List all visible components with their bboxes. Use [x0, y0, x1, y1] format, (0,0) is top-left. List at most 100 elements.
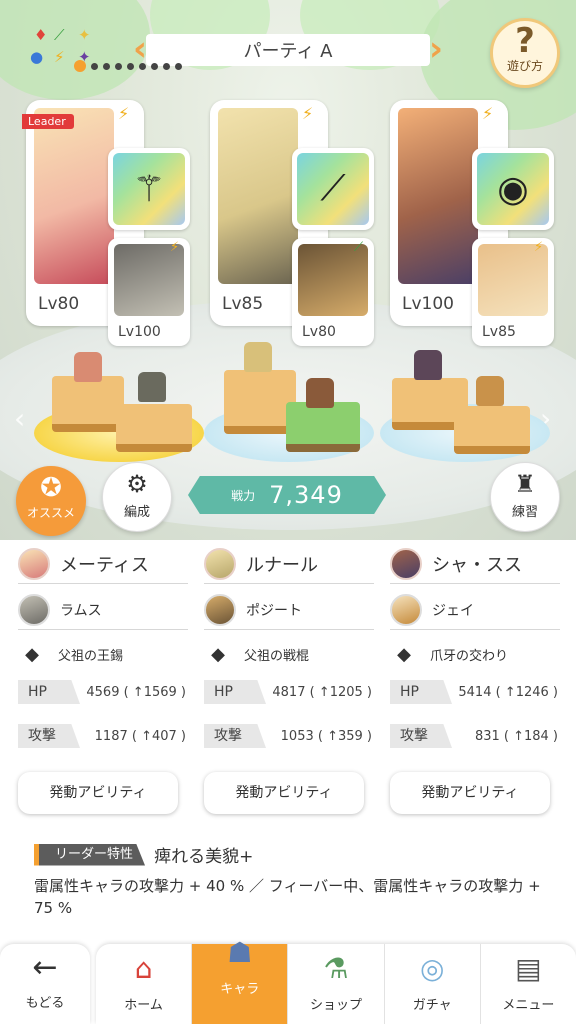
hp-label: HP: [18, 680, 80, 704]
wind-icon: ⟋: [354, 240, 364, 255]
sub-level: Lv85: [482, 324, 516, 340]
character-face-icon: [18, 547, 50, 580]
party-page-dot[interactable]: [127, 62, 134, 70]
weapon-name: 爪牙の交わり: [430, 648, 509, 664]
party-slot-2[interactable]: ⚡ Lv85 ⟋ ⟋ Lv80: [210, 100, 386, 346]
main-level: Lv100: [402, 294, 454, 314]
chibi-character: [476, 376, 504, 406]
party-page-dot[interactable]: [139, 62, 146, 70]
weapon-row[interactable]: ◆ 父祖の戦棍: [204, 634, 374, 674]
attack-label: 攻撃: [18, 724, 80, 748]
how-to-play-label: 遊び方: [506, 59, 543, 73]
leader-tag: Leader: [22, 114, 74, 129]
next-party-button[interactable]: ›: [426, 30, 446, 70]
nav-character[interactable]: ☗ キャラ: [192, 936, 289, 1024]
party-page-dot[interactable]: [151, 62, 158, 70]
party-title: パーティ A: [146, 34, 430, 66]
recommend-button[interactable]: ✪ オススメ: [16, 466, 86, 536]
pedestal-block: [116, 404, 192, 452]
hp-value: 4817 ( ↑1205 ): [272, 684, 372, 700]
hp-value: 4569 ( ↑1569 ): [86, 684, 186, 700]
practice-button[interactable]: ♜ 練習: [490, 462, 560, 532]
character-icon: ☗: [227, 936, 253, 969]
weapon-slot[interactable]: ⟋: [292, 148, 374, 230]
thunder-element-icon: ⚡: [54, 48, 65, 66]
ability-button[interactable]: 発動アビリティ: [204, 772, 364, 814]
thunder-icon: ⚡: [302, 104, 314, 123]
pedestal-block: [454, 406, 530, 454]
power-label: 戦力: [231, 488, 256, 503]
character-face-icon: [390, 547, 422, 580]
character-info-3: シャ・スス ジェイ ◆ 爪牙の交わり HP 5414 ( ↑1246 ) 攻撃 …: [390, 544, 560, 814]
team-power: 戦力 7,349: [188, 476, 386, 514]
character-info-2: ルナール ポジート ◆ 父祖の戦棍 HP 4817 ( ↑1205 ) 攻撃 1…: [204, 544, 374, 814]
leader-skill-name: 痺れる美貌+: [154, 847, 254, 867]
character-portrait: [218, 108, 298, 284]
back-arrow-icon: ←: [32, 950, 58, 985]
pedestal-2: [204, 342, 374, 466]
attack-label: 攻撃: [204, 724, 266, 748]
party-page-dot[interactable]: [175, 62, 182, 70]
main-character-name: メーティス: [60, 554, 149, 576]
attack-stat: 攻撃 831 ( ↑184 ): [390, 722, 560, 750]
main-level: Lv85: [222, 294, 264, 314]
party-page-dot[interactable]: [74, 60, 86, 72]
orb-icon: ◉: [477, 153, 549, 225]
weapon-icon: ◆: [211, 643, 225, 665]
power-value: 7,349: [269, 481, 343, 509]
edit-label: 編成: [123, 505, 150, 520]
weapon-slot[interactable]: ◉: [472, 148, 554, 230]
scroll-left-icon[interactable]: ‹: [14, 402, 25, 435]
nav-shop-label: ショップ: [310, 998, 363, 1013]
chibi-character: [138, 372, 166, 402]
character-face-icon: [204, 547, 236, 580]
pedestal-block: [52, 376, 124, 432]
nav-gacha[interactable]: ◎ ガチャ: [385, 944, 481, 1024]
sub-character-row[interactable]: ラムス: [18, 590, 188, 630]
hp-stat: HP 4569 ( ↑1569 ): [18, 678, 188, 706]
party-page-dot[interactable]: [163, 62, 170, 70]
sub-character-card[interactable]: ⚡ Lv85: [472, 238, 554, 346]
nav-character-label: キャラ: [220, 982, 260, 997]
ability-button[interactable]: 発動アビリティ: [390, 772, 550, 814]
weapon-row[interactable]: ◆ 父祖の王錫: [18, 634, 188, 674]
hp-value: 5414 ( ↑1246 ): [458, 684, 558, 700]
main-character-name: ルナール: [246, 554, 318, 576]
weapon-row[interactable]: ◆ 爪牙の交わり: [390, 634, 560, 674]
fire-element-icon: ♦: [34, 26, 48, 44]
leader-skill-label: リーダー特性: [34, 843, 146, 866]
back-button[interactable]: ← もどる: [0, 944, 90, 1024]
weapon-slot[interactable]: ⚚: [108, 148, 190, 230]
character-face-icon: [204, 593, 236, 626]
edit-party-button[interactable]: ⚙ 編成: [102, 462, 172, 532]
nav-home[interactable]: ⌂ ホーム: [96, 944, 193, 1024]
pedestal-1: [34, 352, 204, 466]
main-character-row[interactable]: ルナール: [204, 544, 374, 584]
main-character-row[interactable]: シャ・スス: [390, 544, 560, 584]
party-page-dot[interactable]: [115, 62, 122, 70]
party-slot-3[interactable]: ⚡ Lv100 ◉ ⚡ Lv85: [390, 100, 566, 346]
party-page-dot[interactable]: [103, 62, 110, 70]
sub-character-card[interactable]: ⟋ Lv80: [292, 238, 374, 346]
sub-character-row[interactable]: ポジート: [204, 590, 374, 630]
nav-menu[interactable]: ▤ メニュー: [481, 944, 576, 1024]
how-to-play-button[interactable]: ? 遊び方: [490, 18, 560, 88]
character-portrait: [398, 108, 478, 284]
nav-shop[interactable]: ⚗ ショップ: [288, 944, 385, 1024]
chibi-character: [244, 342, 272, 372]
sub-level: Lv80: [302, 324, 336, 340]
sub-level: Lv100: [118, 324, 161, 340]
party-stage: ♦ ⟋ ✦ ● ⚡ ✦ ‹ パーティ A › ? 遊び方 Leader ⚡ Lv…: [0, 0, 576, 540]
ability-button[interactable]: 発動アビリティ: [18, 772, 178, 814]
nav-home-label: ホーム: [124, 998, 163, 1013]
chibi-character: [306, 378, 334, 408]
main-character-row[interactable]: メーティス: [18, 544, 188, 584]
light-element-icon: ✦: [78, 26, 91, 44]
sub-character-row[interactable]: ジェイ: [390, 590, 560, 630]
party-slot-1[interactable]: Leader ⚡ Lv80 ⚚ ⚡ Lv100: [22, 100, 202, 346]
wind-element-icon: ⟋: [54, 26, 65, 44]
sub-character-card[interactable]: ⚡ Lv100: [108, 238, 190, 346]
weapon-icon: ◆: [397, 643, 411, 665]
weapon-name: 父祖の王錫: [58, 648, 124, 664]
party-page-dot[interactable]: [91, 62, 98, 70]
